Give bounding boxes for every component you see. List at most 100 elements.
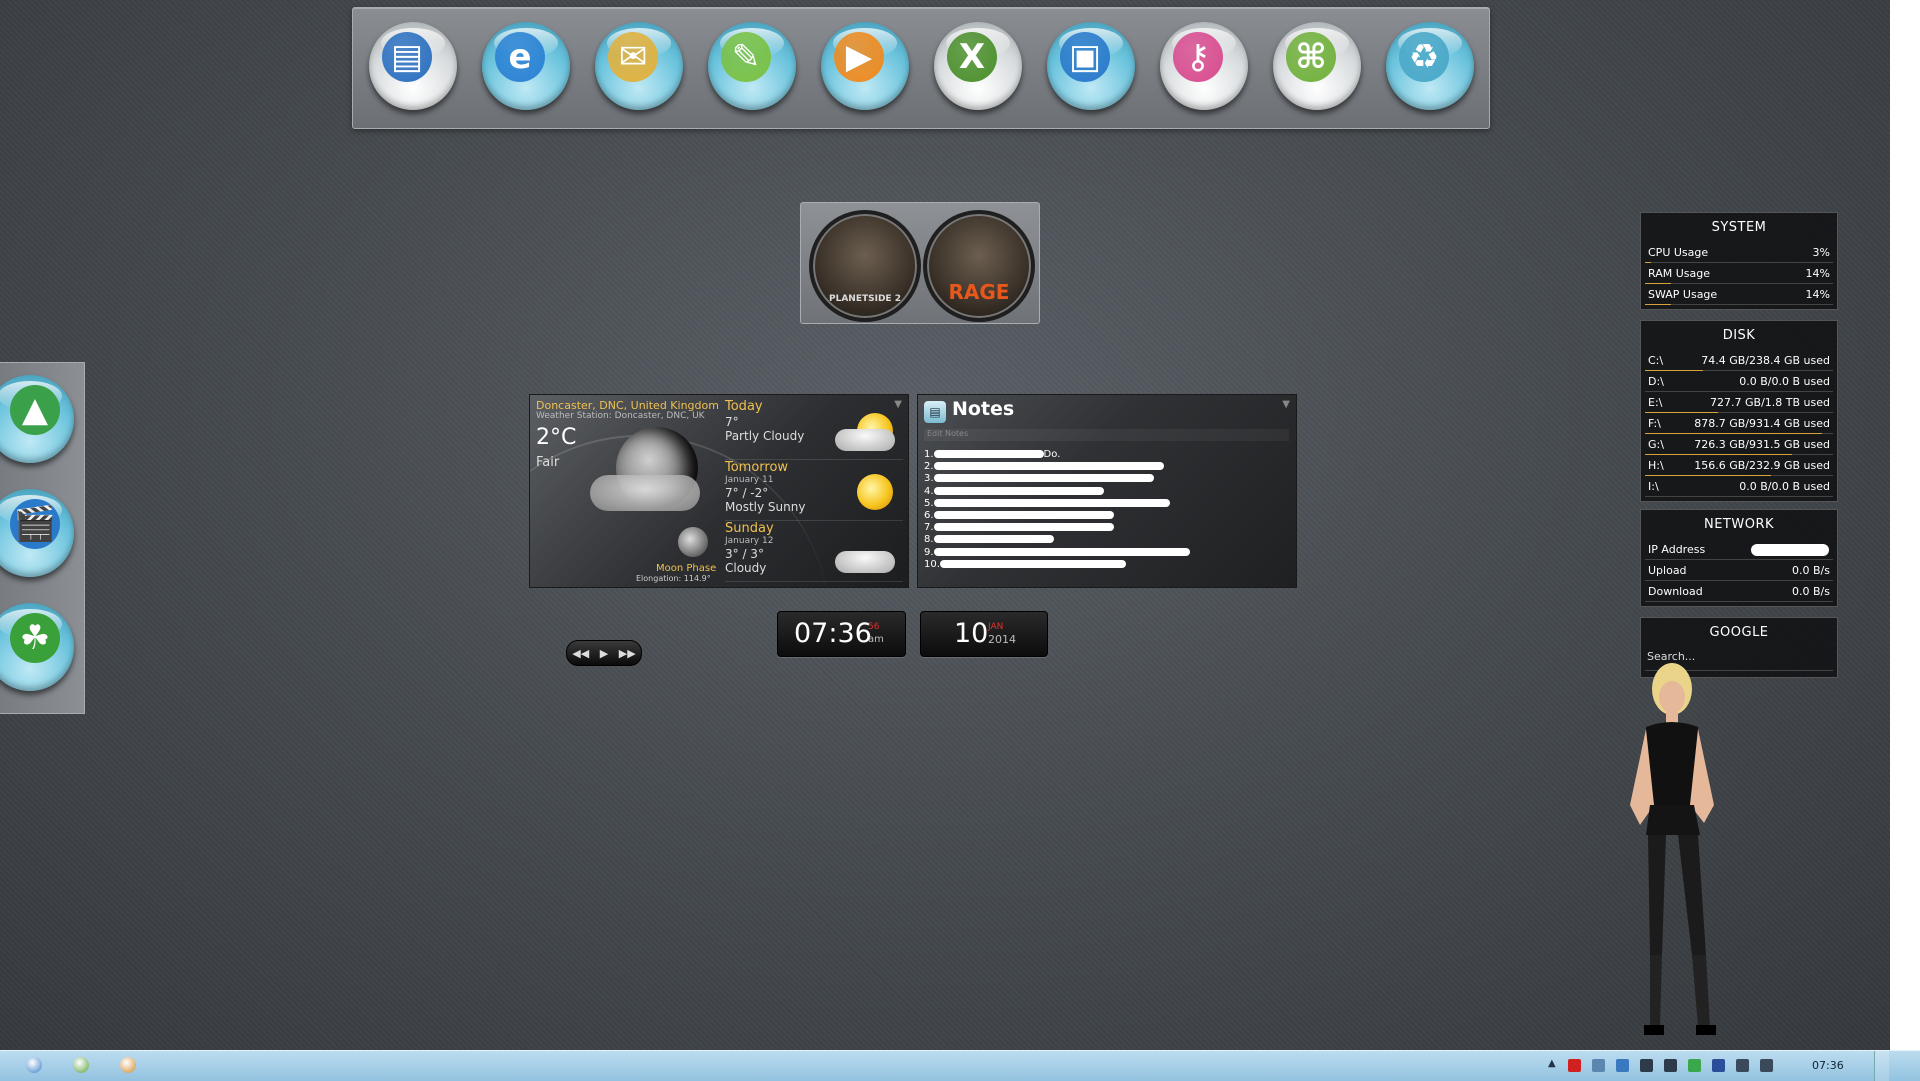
disk-label: I:\ [1648, 480, 1659, 493]
dock-excel-icon[interactable]: X [928, 18, 1028, 118]
left-dock: ▲ 🎬 ☘ [0, 362, 85, 714]
disk-row: I:\ 0.0 B/0.0 B used [1645, 476, 1833, 497]
woman-figure-image [1630, 663, 1716, 1035]
taskbar-orange-app-icon[interactable] [120, 1057, 136, 1073]
network-value: 0.0 B/s [1792, 585, 1830, 598]
redaction-mark [933, 462, 1164, 471]
tray-network-globe-icon[interactable] [1616, 1059, 1629, 1072]
redaction-mark [933, 511, 1114, 520]
disk-row: H:\ 156.6 GB/232.9 GB used [1645, 455, 1833, 476]
taskbar-green-app-icon[interactable] [73, 1057, 89, 1073]
disk-row: D:\ 0.0 B/0.0 B used [1645, 371, 1833, 392]
media-player-glyph: ▶ [834, 32, 884, 82]
clock-seconds: 56 [868, 622, 880, 632]
disk-label: D:\ [1648, 375, 1664, 388]
mail-glyph: ✉ [608, 32, 658, 82]
tray-z-app-icon[interactable] [1712, 1059, 1725, 1072]
network-label: IP Address [1648, 543, 1706, 556]
dock-internet-explorer-icon[interactable]: e [476, 18, 576, 118]
play-button[interactable]: ▶ [600, 647, 608, 660]
show-desktop-button[interactable] [1874, 1051, 1889, 1081]
system-value: 3% [1812, 246, 1830, 259]
left-dock-video-icon[interactable]: 🎬 [0, 485, 74, 577]
note-number: 7. [924, 522, 934, 534]
network-row: IP Address [1645, 539, 1833, 560]
network-title: NETWORK [1703, 517, 1775, 532]
disk-value: 74.4 GB/238.4 GB used [1701, 354, 1830, 367]
current-condition: Fair [536, 455, 560, 470]
note-number: 6. [924, 510, 934, 522]
dock-media-player-icon[interactable]: ▶ [815, 18, 915, 118]
system-label: SWAP Usage [1648, 288, 1718, 301]
notes-list: 1. Do. 2. 3. 4. 5. 6. 7. 8. 9. 10. [924, 449, 1190, 571]
disk-row: C:\ 74.4 GB/238.4 GB used [1645, 350, 1833, 371]
tray-flag-icon[interactable] [1640, 1059, 1653, 1072]
forecast-1: Tomorrow January 11 7° / -2° Mostly Sunny [725, 460, 903, 521]
tray-display-icon[interactable] [1736, 1059, 1749, 1072]
system-title: SYSTEM [1711, 220, 1767, 235]
game-planetside-2-icon[interactable]: PLANETSIDE 2 [809, 210, 921, 322]
disk-monitor: DISK C:\ 74.4 GB/238.4 GB used D:\ 0.0 B/0.… [1640, 320, 1838, 502]
disk-row: F:\ 878.7 GB/931.4 GB used [1645, 413, 1833, 434]
video-glyph: 🎬 [10, 499, 60, 549]
dock-notepad-icon[interactable]: ✎ [702, 18, 802, 118]
clock-widget: 07:36 56 am [777, 611, 906, 657]
dock-hardware-icon[interactable]: ⌘ [1267, 18, 1367, 118]
game-rage-label: RAGE [948, 280, 1010, 304]
disk-value: 726.3 GB/931.5 GB used [1694, 438, 1830, 451]
note-item: 1. Do. [924, 449, 1190, 461]
redaction-mark [933, 547, 1190, 556]
dock-save-icon[interactable]: ▣ [1041, 18, 1141, 118]
note-number: 2. [924, 461, 934, 473]
left-dock-frog-icon[interactable]: ☘ [0, 599, 74, 691]
taskbar-clock[interactable]: 07:36 [1812, 1059, 1844, 1072]
notes-icon: ▤ [924, 401, 946, 423]
note-item: 5. [924, 498, 1190, 510]
computer-glyph: ▤ [382, 32, 432, 82]
dock-key-icon[interactable]: ⚷ [1154, 18, 1254, 118]
notes-edit-field[interactable]: Edit Notes [924, 429, 1289, 441]
tray-water-drop-icon[interactable] [1592, 1059, 1605, 1072]
photos-glyph: ▲ [10, 385, 60, 435]
save-glyph: ▣ [1060, 32, 1110, 82]
frog-glyph: ☘ [10, 613, 60, 663]
media-controls: ◀◀ ▶ ▶▶ [566, 640, 642, 666]
tray-colored-blocks-icon[interactable] [1688, 1059, 1701, 1072]
dock-computer-icon[interactable]: ▤ [363, 18, 463, 118]
game-rage-icon[interactable]: RAGE [923, 210, 1035, 322]
next-track-button[interactable]: ▶▶ [619, 647, 636, 660]
weather-widget[interactable]: Doncaster, DNC, United Kingdom Weather S… [529, 394, 909, 588]
forecast-2: Sunday January 12 3° / 3° Cloudy [725, 521, 903, 582]
previous-track-button[interactable]: ◀◀ [572, 647, 589, 660]
tray-volume-icon[interactable] [1760, 1059, 1773, 1072]
note-number: 9. [924, 546, 934, 558]
dock-recycle-bin-icon[interactable]: ♻ [1380, 18, 1480, 118]
tray-antivirus-v-icon[interactable] [1568, 1059, 1581, 1072]
system-row: SWAP Usage 14% [1645, 284, 1833, 305]
network-row: Download 0.0 B/s [1645, 581, 1833, 602]
clock-ampm: am [868, 634, 884, 645]
sunny-icon [835, 472, 897, 512]
disk-row: G:\ 726.3 GB/931.5 GB used [1645, 434, 1833, 455]
disk-value: 156.6 GB/232.9 GB used [1694, 459, 1830, 472]
excel-glyph: X [947, 32, 997, 82]
system-label: CPU Usage [1648, 246, 1709, 259]
note-item: 4. [924, 486, 1190, 498]
notes-title: Notes [952, 398, 1015, 420]
moon-phase-label: Moon Phase [656, 563, 717, 574]
cloudy-icon [835, 533, 897, 573]
note-number: 4. [924, 485, 934, 497]
date-widget: 10 JAN 2014 [920, 611, 1048, 657]
notes-widget[interactable]: ▤ Notes ▼ Edit Notes 1. Do. 2. 3. 4. 5. 6. 7. 8.… [917, 394, 1297, 588]
taskbar-start-orb-icon[interactable] [26, 1057, 42, 1073]
show-hidden-icons-button[interactable]: ▲ [1548, 1058, 1556, 1069]
game-planetside-2-label: PLANETSIDE 2 [829, 294, 901, 304]
note-item: 2. [924, 461, 1190, 473]
disk-row: E:\ 727.7 GB/1.8 TB used [1645, 392, 1833, 413]
tray-monitor-icon[interactable] [1664, 1059, 1677, 1072]
notes-menu-icon[interactable]: ▼ [1282, 399, 1290, 410]
redaction-mark [933, 474, 1154, 483]
recycle-bin-glyph: ♻ [1399, 32, 1449, 82]
dock-mail-icon[interactable]: ✉ [589, 18, 689, 118]
left-dock-photos-icon[interactable]: ▲ [0, 371, 74, 463]
